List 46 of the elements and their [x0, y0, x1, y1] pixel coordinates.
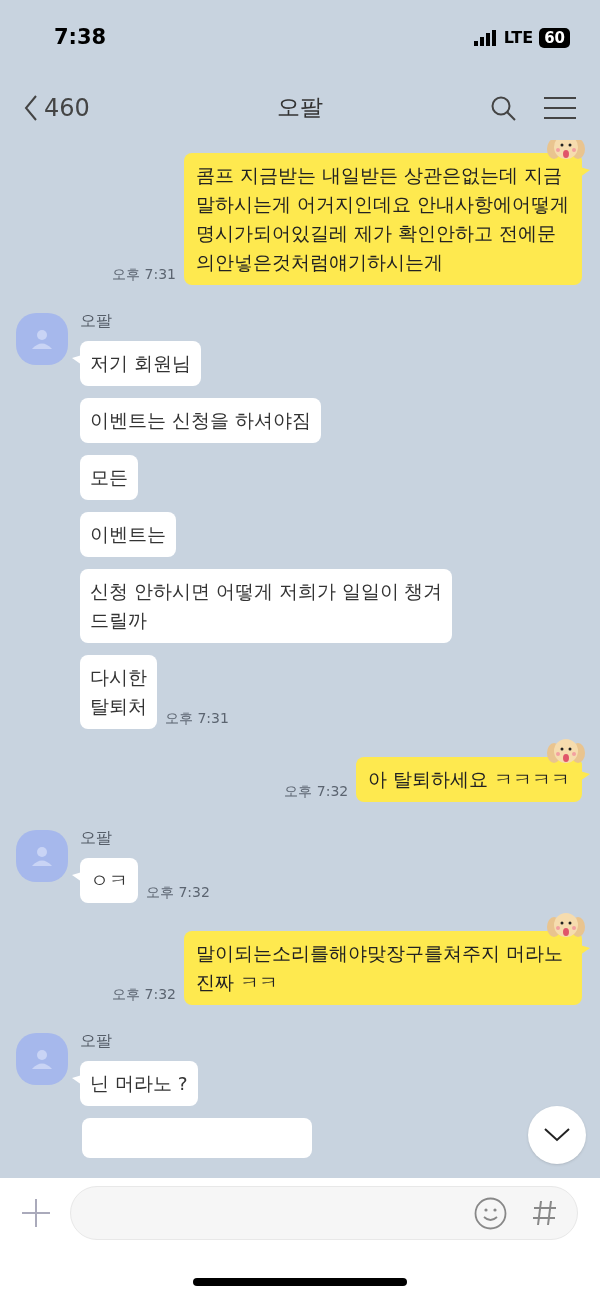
person-icon [31, 845, 53, 867]
person-icon [31, 328, 53, 350]
received-message-bubble: 닌 머라노 ? [80, 1061, 198, 1106]
chevron-down-icon [544, 1128, 570, 1142]
received-message-bubble: 신청 안하시면 어떻게 저희가 일일이 챙겨 드릴까 [80, 569, 453, 643]
message-time: 오후 7:32 [284, 782, 349, 801]
back-button[interactable]: 460 [24, 89, 90, 126]
person-icon [31, 1048, 53, 1070]
sender-name: 오팔 [80, 827, 112, 849]
sent-message-bubble: 아 탈퇴하세요 ㅋㅋㅋㅋ [356, 757, 582, 802]
avatar[interactable] [16, 313, 68, 365]
smiley-icon[interactable] [474, 1196, 507, 1230]
received-message-bubble: 이벤트는 [80, 512, 176, 557]
bubble-tail [72, 355, 82, 365]
bubble-tail [72, 1075, 82, 1085]
sender-name: 오팔 [80, 1030, 112, 1052]
sender-name: 오팔 [80, 310, 112, 332]
received-message-bubble: 저기 회원님 [80, 341, 201, 386]
signal-icon [473, 29, 498, 46]
received-message-bubble: ㅇㅋ [80, 858, 138, 903]
status-time: 7:38 [54, 23, 107, 51]
chevron-left-icon [24, 94, 38, 121]
avatar[interactable] [16, 830, 68, 882]
bubble-tail [580, 167, 590, 177]
battery-indicator: 60 [539, 27, 570, 48]
received-message-bubble: 다시한 탈퇴처 [80, 655, 157, 729]
received-message-bubble: 모든 [80, 455, 138, 500]
scroll-down-button[interactable] [528, 1106, 586, 1164]
search-icon[interactable] [490, 94, 516, 121]
message-input-field[interactable] [70, 1186, 578, 1240]
message-time: 오후 7:32 [146, 883, 210, 902]
sent-message-bubble: 말이되는소리를해야맞장구를쳐주지 머라노진짜 ㅋㅋ [184, 931, 582, 1005]
network-label: LTE [503, 26, 534, 49]
sent-message-bubble: 콤프 지금받는 내일받든 상관은없는데 지금 말하시는게 어거지인데요 안내사항에어떻게명시가되어있길레 제가 확인안하고 전에문의안넣은것처럼얘기하시는게 [184, 153, 582, 285]
message-time: 오후 7:31 [112, 265, 176, 284]
plus-icon[interactable] [22, 1199, 50, 1227]
bubble-tail [580, 771, 590, 781]
chat-title: 오팔 [277, 93, 323, 123]
bubble-tail [72, 872, 82, 882]
message-time: 오후 7:32 [112, 985, 176, 1004]
message-time: 오후 7:31 [165, 709, 229, 728]
avatar[interactable] [16, 1033, 68, 1085]
received-message-bubble: 이벤트는 신청을 하셔야짐 [80, 398, 321, 443]
menu-icon[interactable] [544, 95, 576, 120]
bubble-tail [580, 945, 590, 955]
hashtag-icon[interactable] [533, 1200, 557, 1226]
